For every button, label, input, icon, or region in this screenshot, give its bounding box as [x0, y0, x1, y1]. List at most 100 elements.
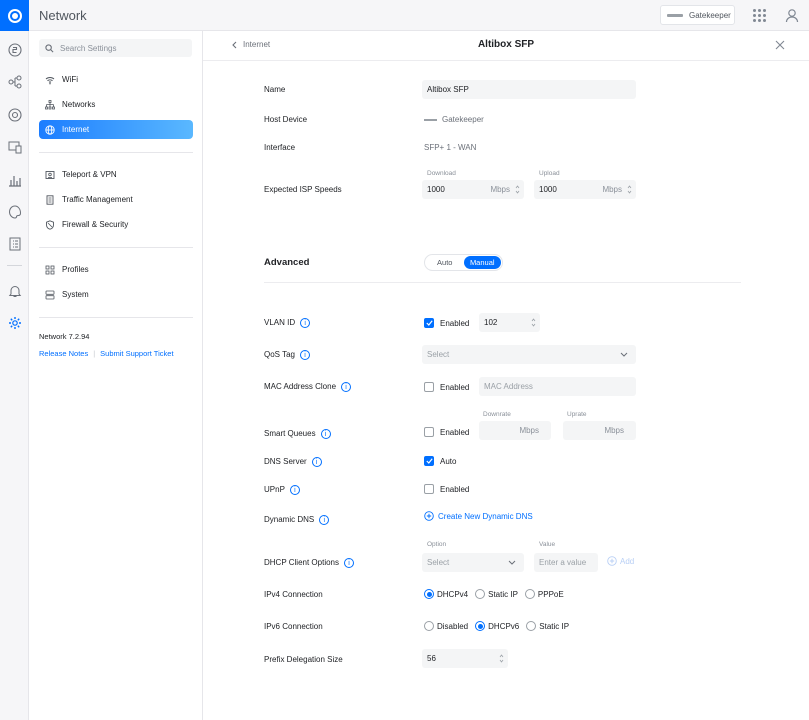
- ipv4-dhcpv4-radio[interactable]: DHCPv4: [424, 589, 468, 599]
- info-icon[interactable]: i: [300, 318, 311, 328]
- downrate-label: Downrate: [483, 411, 511, 418]
- topology-icon[interactable]: [7, 74, 22, 89]
- name-input[interactable]: Altibox SFP: [422, 80, 636, 99]
- radio-selected-icon: [424, 589, 434, 599]
- add-label: Add: [620, 556, 635, 566]
- prefix-delegation-value: 56: [427, 654, 436, 663]
- header-divider: [203, 60, 809, 61]
- advanced-mode-toggle[interactable]: Auto Manual: [424, 254, 503, 271]
- radio-label: PPPoE: [537, 589, 564, 599]
- search-icon: [45, 43, 54, 52]
- stepper-icon[interactable]: [627, 184, 632, 195]
- download-label: Download: [427, 170, 456, 177]
- info-icon[interactable]: i: [319, 515, 330, 525]
- sidebar-item-traffic-management[interactable]: Traffic Management: [39, 190, 193, 209]
- add-option-button[interactable]: Add: [607, 556, 634, 566]
- vlan-enabled-checkbox[interactable]: Enabled: [424, 318, 469, 328]
- info-icon[interactable]: i: [344, 558, 354, 568]
- ipv4-static-ip-radio[interactable]: Static IP: [475, 589, 518, 599]
- prefix-delegation-input[interactable]: 56: [422, 649, 508, 668]
- isp-speeds-label: Expected ISP Speeds: [264, 185, 342, 194]
- info-icon[interactable]: i: [311, 457, 322, 467]
- create-dynamic-dns-link[interactable]: Create New Dynamic DNS: [424, 511, 533, 521]
- uprate-input[interactable]: Mbps: [563, 421, 636, 440]
- uprate-label: Uprate: [567, 411, 587, 418]
- user-avatar-icon[interactable]: [785, 8, 799, 23]
- mode-auto-option[interactable]: Auto: [426, 256, 464, 269]
- checkbox-checked-icon: [424, 456, 434, 466]
- ipv6-connection-label: IPv6 Connection: [264, 622, 323, 631]
- notifications-bell-icon[interactable]: [7, 283, 22, 298]
- info-icon[interactable]: i: [289, 485, 300, 495]
- upload-speed-input[interactable]: 1000 Mbps: [534, 180, 636, 199]
- dhcp-client-options-text: DHCP Client Options: [264, 558, 339, 568]
- logs-icon[interactable]: [7, 236, 22, 251]
- qos-tag-select[interactable]: Select: [422, 345, 636, 364]
- sidebar-item-teleport-vpn[interactable]: Teleport & VPN: [39, 165, 193, 184]
- gateway-selector[interactable]: Gatekeeper: [660, 5, 735, 25]
- support-ticket-link[interactable]: Submit Support Ticket: [100, 349, 173, 358]
- vlan-id-label: VLAN ID i: [264, 318, 311, 328]
- clients-icon[interactable]: [7, 139, 22, 154]
- sidebar-item-system[interactable]: System: [39, 285, 193, 304]
- ipv6-dhcpv6-radio[interactable]: DHCPv6: [475, 621, 519, 631]
- statistics-icon[interactable]: [7, 172, 22, 187]
- dhcp-option-select[interactable]: Select: [422, 553, 524, 572]
- downrate-input[interactable]: Mbps: [479, 421, 551, 440]
- info-icon[interactable]: i: [299, 350, 310, 360]
- stepper-icon[interactable]: [499, 653, 504, 664]
- sidebar-item-profiles[interactable]: Profiles: [39, 260, 193, 279]
- wifi-icon: [45, 76, 55, 84]
- settings-gear-icon[interactable]: [7, 315, 22, 330]
- insights-icon[interactable]: [7, 204, 22, 219]
- release-notes-link[interactable]: Release Notes: [39, 349, 88, 358]
- ipv6-static-ip-radio[interactable]: Static IP: [526, 621, 569, 631]
- dhcp-value-input[interactable]: Enter a value: [534, 553, 598, 572]
- settings-sidebar: Search Settings WiFi Networks Internet T…: [29, 31, 203, 720]
- radio-unselected-icon: [475, 589, 486, 599]
- vlan-id-input[interactable]: 102: [479, 313, 540, 332]
- sidebar-divider: [39, 317, 193, 318]
- dns-auto-checkbox[interactable]: Auto: [424, 456, 456, 466]
- sidebar-item-label: Teleport & VPN: [62, 170, 117, 179]
- info-icon[interactable]: i: [341, 382, 352, 392]
- info-icon[interactable]: i: [320, 429, 331, 439]
- unifi-logo-icon[interactable]: [0, 0, 29, 31]
- sidebar-item-firewall-security[interactable]: Firewall & Security: [39, 215, 193, 234]
- stepper-icon[interactable]: [531, 317, 536, 328]
- upnp-checkbox[interactable]: Enabled: [424, 484, 469, 494]
- ipv4-connection-label: IPv4 Connection: [264, 590, 323, 599]
- ipv4-pppoe-radio[interactable]: PPPoE: [524, 589, 564, 599]
- download-speed-input[interactable]: 1000 Mbps: [422, 180, 524, 199]
- select-placeholder: Select: [427, 558, 450, 567]
- stepper-icon[interactable]: [515, 184, 520, 195]
- ipv6-disabled-radio[interactable]: Disabled: [424, 621, 468, 631]
- value-label: Value: [539, 541, 556, 548]
- close-icon[interactable]: [775, 40, 785, 50]
- devices-icon[interactable]: [7, 107, 22, 122]
- networks-icon: [45, 99, 55, 109]
- sidebar-item-label: Networks: [62, 100, 96, 109]
- dns-server-label: DNS Server i: [264, 457, 322, 467]
- sidebar-item-internet[interactable]: Internet: [39, 120, 193, 139]
- gateway-device-icon: [667, 13, 683, 17]
- smart-queues-checkbox[interactable]: Enabled: [424, 427, 469, 437]
- advanced-heading: Advanced: [264, 257, 310, 268]
- apps-grid-icon[interactable]: [753, 9, 766, 22]
- top-bar: Network Gatekeeper: [0, 0, 809, 31]
- mac-enabled-checkbox[interactable]: Enabled: [424, 382, 469, 392]
- search-settings-input[interactable]: Search Settings: [39, 39, 192, 57]
- checkbox-label: Enabled: [440, 382, 470, 392]
- mode-manual-option[interactable]: Manual: [463, 256, 501, 269]
- mac-clone-text: MAC Address Clone: [264, 382, 337, 392]
- sidebar-item-wifi[interactable]: WiFi: [39, 70, 193, 89]
- checkbox-label: Enabled: [440, 318, 470, 328]
- host-device-value: Gatekeeper: [424, 115, 484, 124]
- sidebar-item-networks[interactable]: Networks: [39, 95, 193, 114]
- checkbox-unchecked-icon: [424, 427, 434, 437]
- app-title: Network: [39, 8, 87, 23]
- mac-address-input[interactable]: MAC Address: [479, 377, 636, 396]
- version-label: Network 7.2.94: [39, 332, 90, 341]
- footer-links: Release Notes | Submit Support Ticket: [39, 349, 174, 358]
- dashboard-icon[interactable]: [7, 42, 22, 57]
